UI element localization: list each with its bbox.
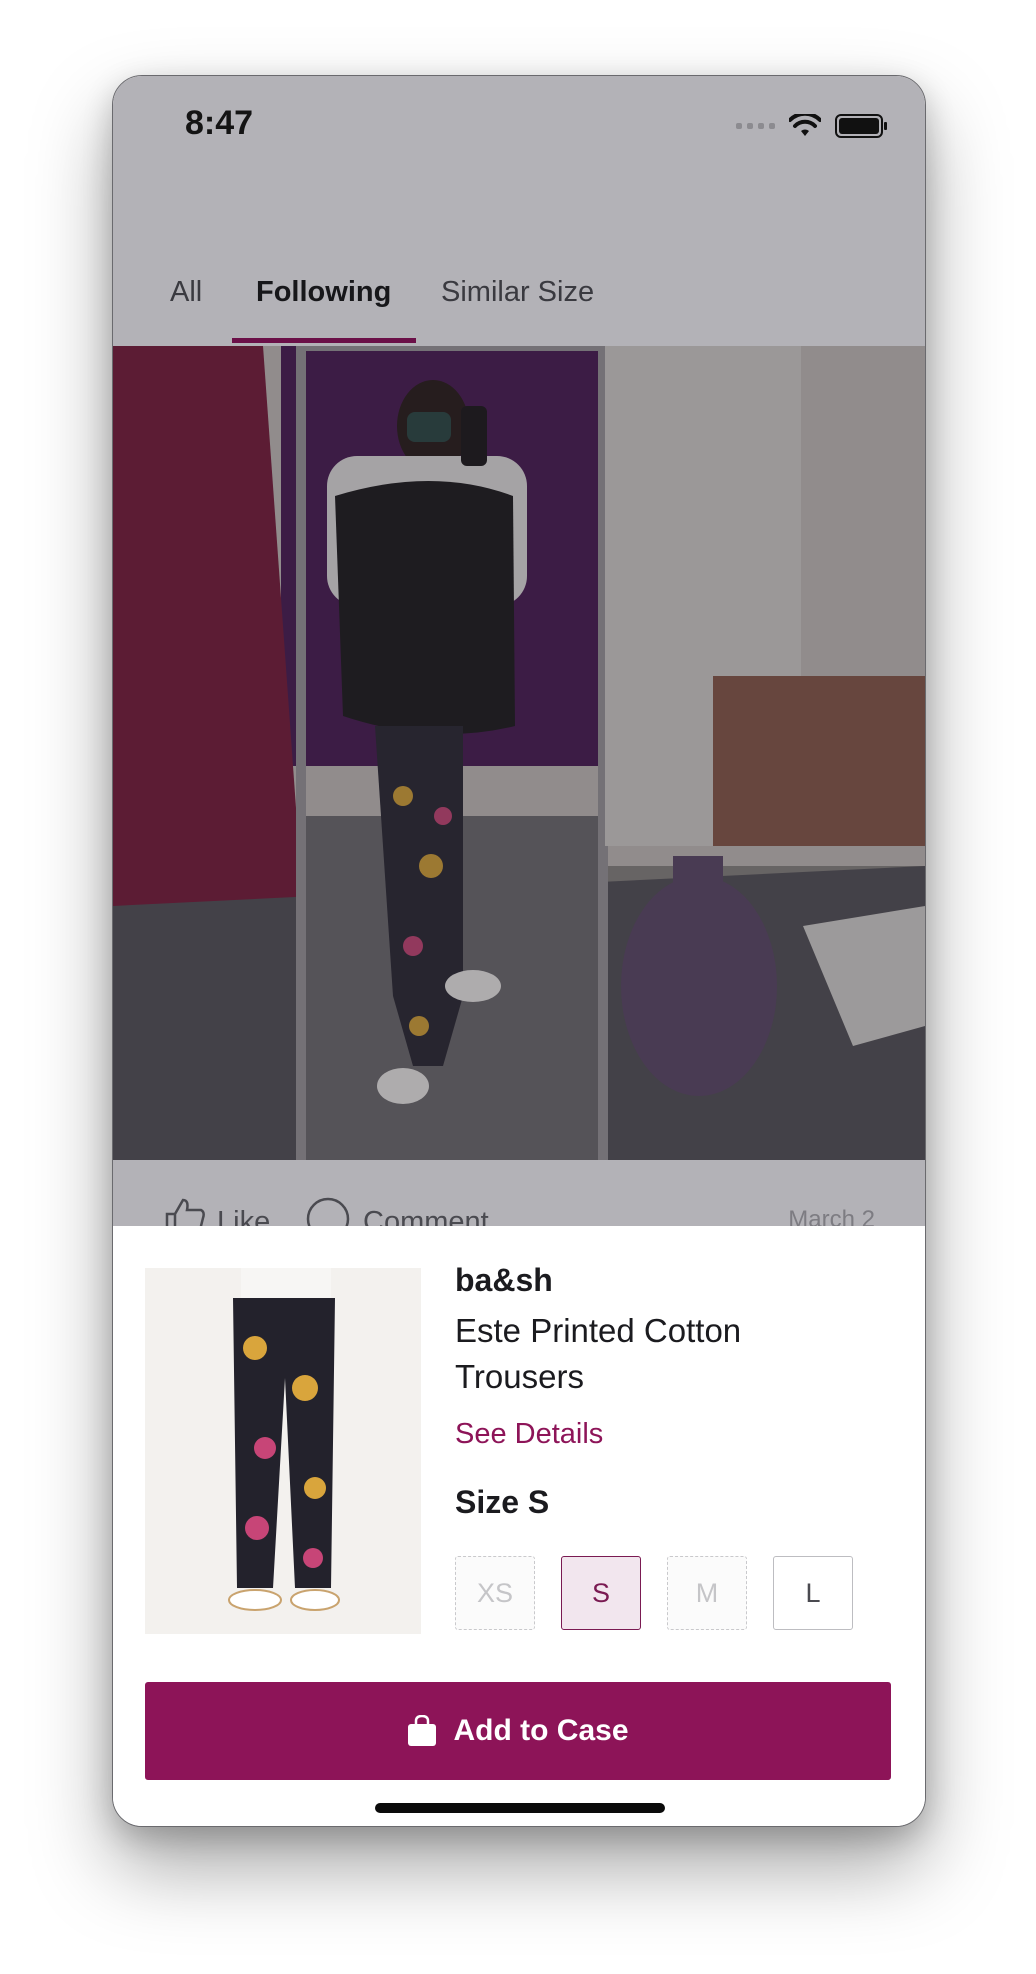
add-to-case-label: Add to Case (453, 1714, 629, 1747)
status-bar: 8:47 (113, 76, 925, 186)
post-actions: Like Comment March 2 (113, 1160, 925, 1238)
home-indicator (375, 1803, 665, 1813)
product-name: Este Printed Cotton Trousers (455, 1312, 742, 1395)
battery-icon (835, 114, 887, 138)
size-option-xs: XS (455, 1556, 535, 1630)
size-option-l[interactable]: L (773, 1556, 853, 1630)
product-brand: ba&sh (455, 1262, 553, 1298)
see-details-link[interactable]: See Details (455, 1418, 603, 1451)
product-image-illustration (145, 1268, 421, 1634)
add-to-case-button[interactable]: Add to Case (145, 1682, 891, 1780)
product-image[interactable] (145, 1268, 421, 1634)
tab-all[interactable]: All (170, 276, 202, 309)
signal-icon (736, 123, 775, 129)
size-option-s[interactable]: S (561, 1556, 641, 1630)
wifi-icon (789, 114, 821, 136)
tab-similar-size[interactable]: Similar Size (441, 276, 594, 309)
tab-following[interactable]: Following (256, 276, 391, 309)
shopping-bag-icon (408, 1715, 437, 1746)
product-sheet: ba&sh Este Printed Cotton Trousers See D… (113, 1226, 925, 1826)
status-time: 8:47 (185, 104, 254, 142)
size-option-m: M (667, 1556, 747, 1630)
status-icons (736, 114, 889, 138)
outfit-photo[interactable] (113, 346, 925, 1160)
active-tab-indicator (232, 338, 416, 343)
phone-frame: 8:47 All Following Similar Size Like Com… (112, 75, 926, 1827)
feed-tabs: All Following Similar Size (113, 186, 925, 346)
photo-dim-overlay (113, 346, 925, 1160)
selected-size-label: Size S (455, 1484, 550, 1520)
size-selector: XS S M L (455, 1556, 853, 1630)
